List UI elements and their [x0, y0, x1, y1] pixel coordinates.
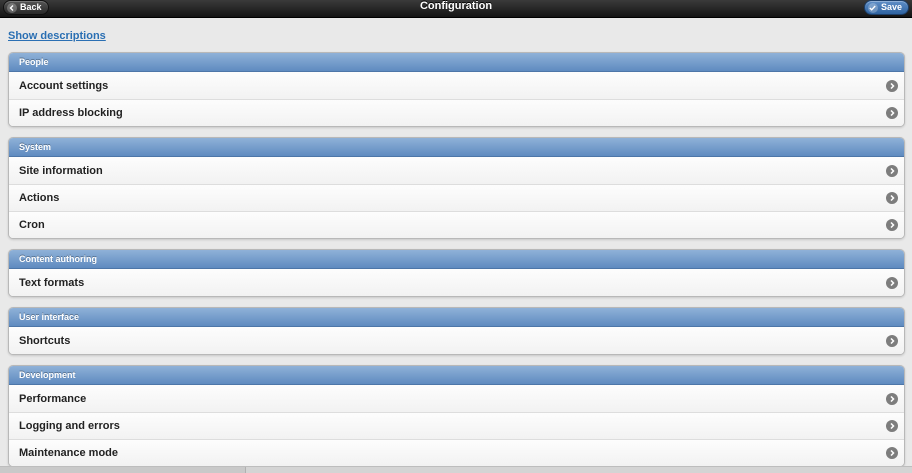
chevron-right-icon [886, 79, 898, 92]
list-item-label: Shortcuts [19, 334, 71, 347]
group-development: Development Performance Logging and erro… [8, 365, 905, 467]
list-item-account-settings[interactable]: Account settings [9, 72, 904, 99]
chevron-right-icon [886, 420, 898, 432]
bottom-tab[interactable] [0, 467, 246, 473]
save-button[interactable]: Save [863, 0, 909, 15]
group-header: People [9, 53, 904, 72]
list-item-maintenance-mode[interactable]: Maintenance mode [9, 439, 904, 466]
chevron-right-icon [886, 107, 898, 119]
list-item-ip-address-blocking[interactable]: IP address blocking [9, 99, 904, 126]
show-descriptions-link[interactable]: Show descriptions [8, 30, 106, 42]
list-item-label: Actions [19, 192, 60, 204]
group-system: System Site information Actions Cron [8, 137, 905, 239]
chevron-right-icon [886, 164, 898, 177]
list-item-performance[interactable]: Performance [9, 385, 904, 412]
group-header: Development [9, 366, 904, 385]
bottom-bar [0, 466, 912, 473]
chevron-right-icon [886, 219, 898, 231]
list-item-label: Cron [19, 219, 45, 231]
group-header: Content authoring [9, 250, 904, 269]
group-people: People Account settings IP address block… [8, 52, 905, 127]
chevron-right-icon [886, 192, 898, 204]
check-icon [867, 2, 878, 13]
list-item-actions[interactable]: Actions [9, 184, 904, 211]
chevron-right-icon [886, 392, 898, 405]
chevron-right-icon [886, 334, 898, 347]
list-item-label: Text formats [19, 276, 85, 289]
group-header: User interface [9, 308, 904, 327]
list-item-label: Site information [19, 164, 103, 177]
chevron-right-icon [886, 447, 898, 459]
list-item-cron[interactable]: Cron [9, 211, 904, 238]
list-item-label: Maintenance mode [19, 447, 119, 459]
list-item-label: Account settings [19, 79, 109, 92]
group-header: System [9, 138, 904, 157]
list-item-site-information[interactable]: Site information [9, 157, 904, 184]
list-item-label: Logging and errors [19, 420, 120, 432]
chevron-right-icon [886, 276, 898, 289]
save-button-label: Save [880, 2, 902, 12]
list-item-label: Performance [19, 392, 87, 405]
list-item-label: IP address blocking [19, 107, 123, 119]
list-item-shortcuts[interactable]: Shortcuts [9, 327, 904, 354]
list-item-text-formats[interactable]: Text formats [9, 269, 904, 296]
group-content-authoring: Content authoring Text formats [8, 249, 905, 297]
page-title: Configuration [419, 0, 493, 12]
group-user-interface: User interface Shortcuts [8, 307, 905, 355]
list-item-logging-and-errors[interactable]: Logging and errors [9, 412, 904, 439]
top-toolbar: Back Configuration Save [0, 0, 912, 18]
